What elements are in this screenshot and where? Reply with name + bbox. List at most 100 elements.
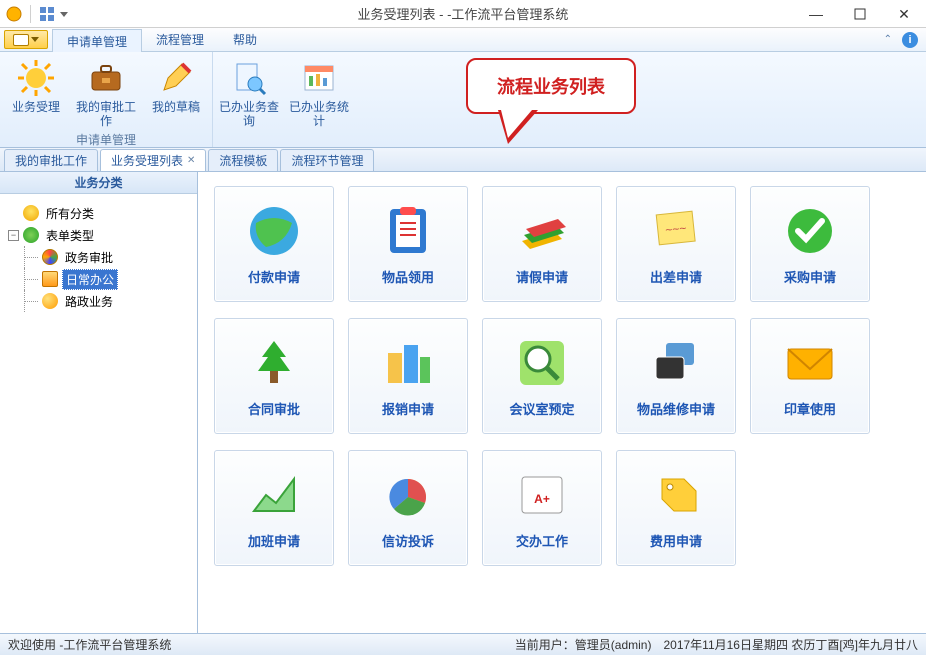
ribbon-group-title: 申请单管理 [76, 129, 136, 148]
card-label: 物品领用 [382, 267, 434, 286]
ribbon-btn-label: 已办业务统计 [289, 100, 349, 129]
card-label: 物品维修申请 [637, 399, 715, 418]
search-doc-icon [231, 60, 267, 96]
app-icon [4, 4, 24, 24]
ribbon-btn-done-query[interactable]: 已办业务查询 [219, 56, 279, 129]
tree-node-gov[interactable]: 政务审批 [4, 246, 193, 268]
title-bar: 业务受理列表 - -工作流平台管理系统 — ✕ [0, 0, 926, 28]
check-icon [782, 203, 838, 259]
content-area: 付款申请 物品领用 请假申请 ~~~ 出差申请 采购申请 合同审批 [198, 172, 926, 633]
caret-down-icon [31, 37, 39, 42]
collapse-ribbon-icon[interactable]: ⌃ [884, 34, 892, 45]
card-reimburse[interactable]: 报销申请 [348, 318, 468, 434]
doctab-my-approval[interactable]: 我的审批工作 [4, 149, 98, 171]
sidebar-header: 业务分类 [0, 172, 197, 194]
magnifier-icon [514, 335, 570, 391]
collapse-icon[interactable]: − [8, 230, 19, 241]
doctab-label: 流程环节管理 [291, 152, 363, 169]
card-payment[interactable]: 付款申请 [214, 186, 334, 302]
ribbon-btn-approve[interactable]: 我的审批工作 [76, 56, 136, 129]
doctab-accept-list[interactable]: 业务受理列表✕ [100, 149, 206, 171]
callout-text: 流程业务列表 [497, 73, 605, 99]
ribbon-tabs: 申请单管理 流程管理 帮助 ⌃ i [0, 28, 926, 52]
ribbon-btn-draft[interactable]: 我的草稿 [146, 56, 206, 129]
pie-icon [380, 467, 436, 523]
close-icon[interactable]: ✕ [187, 155, 195, 166]
layout-icon[interactable] [37, 4, 57, 24]
card-contract[interactable]: 合同审批 [214, 318, 334, 434]
category-tree: 所有分类 − 表单类型 政务审批 日常办公 路政业务 [0, 194, 197, 320]
palette-icon [42, 249, 58, 265]
globe-icon [246, 203, 302, 259]
callout-tail-inner [501, 110, 532, 138]
doctab-label: 我的审批工作 [15, 152, 87, 169]
tree-label: 政务审批 [62, 248, 116, 267]
app-menu-button[interactable] [4, 30, 48, 49]
tree-label: 路政业务 [62, 292, 116, 311]
card-purchase[interactable]: 采购申请 [750, 186, 870, 302]
card-label: 报销申请 [382, 399, 434, 418]
card-label: 出差申请 [650, 267, 702, 286]
card-expense[interactable]: 费用申请 [616, 450, 736, 566]
calendar-stats-icon [301, 60, 337, 96]
document-tabs: 我的审批工作 业务受理列表✕ 流程模板 流程环节管理 [0, 148, 926, 172]
maximize-button[interactable] [838, 0, 882, 28]
card-petition[interactable]: 信访投诉 [348, 450, 468, 566]
ball-icon [42, 293, 58, 309]
ribbon-btn-label: 我的草稿 [152, 100, 200, 114]
ribbon-btn-label: 业务受理 [12, 100, 60, 114]
dropdown-caret-icon[interactable] [59, 4, 69, 24]
grade-icon: A+ [514, 467, 570, 523]
tree-node-road[interactable]: 路政业务 [4, 290, 193, 312]
svg-text:A+: A+ [534, 492, 550, 506]
buildings-icon [380, 335, 436, 391]
doctab-label: 流程模板 [219, 152, 267, 169]
tree-node-daily[interactable]: 日常办公 [4, 268, 193, 290]
card-label: 合同审批 [248, 399, 300, 418]
chart-up-icon [246, 467, 302, 523]
ribbon-btn-accept[interactable]: 业务受理 [6, 56, 66, 129]
ribbon-tab-help[interactable]: 帮助 [219, 28, 272, 51]
card-label: 信访投诉 [382, 531, 434, 550]
recycle-icon [23, 227, 39, 243]
clipboard-icon [380, 203, 436, 259]
titlebar-left-icons [0, 4, 69, 24]
card-repair[interactable]: 物品维修申请 [616, 318, 736, 434]
briefcase-icon [88, 60, 124, 96]
card-meeting[interactable]: 会议室预定 [482, 318, 602, 434]
ribbon-btn-done-stats[interactable]: 已办业务统计 [289, 56, 349, 129]
sidebar: 业务分类 所有分类 − 表单类型 政务审批 日常办公 路政业 [0, 172, 198, 633]
ribbon-tab-process[interactable]: 流程管理 [142, 28, 219, 51]
card-leave[interactable]: 请假申请 [482, 186, 602, 302]
books-icon [514, 203, 570, 259]
status-date: 2017年11月16日星期四 农历丁酉[鸡]年九月廿八 [663, 636, 918, 653]
card-label: 请假申请 [516, 267, 568, 286]
card-assign[interactable]: A+ 交办工作 [482, 450, 602, 566]
windows-icon [648, 335, 704, 391]
callout-bubble: 流程业务列表 [466, 58, 636, 114]
window-title: 业务受理列表 - -工作流平台管理系统 [0, 4, 926, 23]
svg-text:~~~: ~~~ [665, 220, 687, 236]
card-label: 交办工作 [516, 531, 568, 550]
card-goods[interactable]: 物品领用 [348, 186, 468, 302]
card-overtime[interactable]: 加班申请 [214, 450, 334, 566]
doctab-process-step[interactable]: 流程环节管理 [280, 149, 374, 171]
card-label: 采购申请 [784, 267, 836, 286]
status-welcome: 欢迎使用 -工作流平台管理系统 [8, 636, 171, 653]
card-seal[interactable]: 印章使用 [750, 318, 870, 434]
separator [30, 5, 31, 23]
ribbon-tab-apply[interactable]: 申请单管理 [52, 29, 142, 52]
minimize-button[interactable]: — [794, 0, 838, 28]
ribbon-group-done: 已办业务查询 已办业务统计 [213, 52, 355, 147]
envelope-icon [782, 335, 838, 391]
tag-icon [648, 467, 704, 523]
info-icon[interactable]: i [902, 32, 918, 48]
card-trip[interactable]: ~~~ 出差申请 [616, 186, 736, 302]
tree-node-types[interactable]: − 表单类型 [4, 224, 193, 246]
tree-label: 日常办公 [62, 269, 118, 290]
tree-node-all[interactable]: 所有分类 [4, 202, 193, 224]
card-label: 印章使用 [784, 399, 836, 418]
doctab-process-template[interactable]: 流程模板 [208, 149, 278, 171]
close-button[interactable]: ✕ [882, 0, 926, 28]
tree-label: 所有分类 [43, 204, 97, 223]
